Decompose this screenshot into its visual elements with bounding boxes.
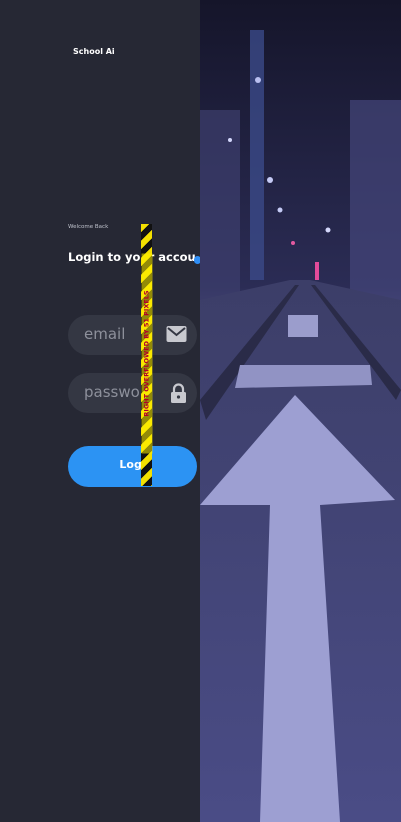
- city-road-image: [200, 0, 401, 822]
- login-button[interactable]: Logi: [68, 446, 197, 487]
- email-field[interactable]: email: [68, 315, 197, 355]
- welcome-text: Welcome Back: [68, 224, 109, 230]
- mail-icon: [166, 325, 187, 348]
- login-heading: Login to your account: [68, 250, 196, 264]
- lock-icon: [170, 383, 187, 408]
- password-field[interactable]: passwo..: [68, 373, 197, 413]
- login-panel: School Ai Welcome Back Login to your acc…: [0, 0, 201, 822]
- app-title: School Ai: [73, 47, 115, 56]
- background-photo: [200, 0, 401, 822]
- overflow-warning-text: RIGHT OVERFLOWED BY 51 PIXELS: [141, 253, 153, 454]
- overflow-warning: RIGHT OVERFLOWED BY 51 PIXELS: [141, 224, 153, 486]
- login-button-label: Logi: [119, 458, 146, 471]
